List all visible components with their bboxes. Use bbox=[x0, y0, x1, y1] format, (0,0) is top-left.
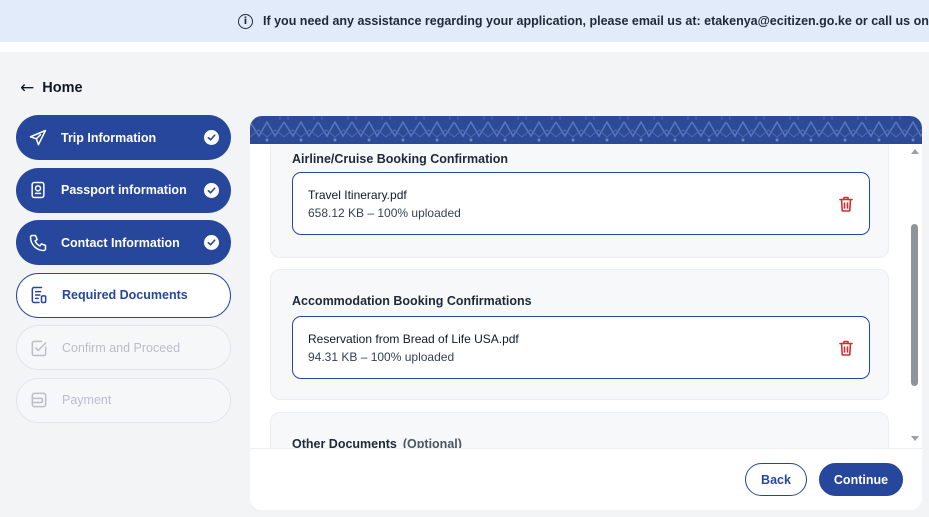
scroll-up-arrow[interactable] bbox=[911, 149, 919, 154]
uploaded-file-card: Travel Itinerary.pdf 658.12 KB – 100% up… bbox=[292, 172, 870, 235]
step-label: Trip Information bbox=[61, 130, 157, 145]
check-circle-icon bbox=[204, 182, 219, 198]
document-icon bbox=[28, 284, 50, 306]
step-required-documents[interactable]: Required Documents bbox=[16, 272, 231, 318]
section-title: Airline/Cruise Booking Confirmation bbox=[292, 152, 508, 166]
back-button[interactable]: Back bbox=[745, 463, 807, 496]
other-documents-section: Other Documents (Optional) bbox=[270, 412, 889, 448]
section-title: Other Documents (Optional) bbox=[292, 437, 462, 448]
info-icon: i bbox=[238, 13, 253, 29]
trash-icon[interactable] bbox=[838, 195, 854, 213]
step-label: Passport information bbox=[61, 183, 187, 197]
airline-booking-section: Airline/Cruise Booking Confirmation Trav… bbox=[270, 144, 889, 258]
passport-icon bbox=[27, 179, 49, 201]
scrollbar-thumb[interactable] bbox=[911, 224, 918, 386]
checkbox-icon bbox=[28, 337, 50, 359]
step-label: Confirm and Proceed bbox=[62, 340, 181, 355]
file-meta: 94.31 KB – 100% uploaded bbox=[308, 350, 455, 364]
uploaded-file-card: Reservation from Bread of Life USA.pdf 9… bbox=[292, 316, 870, 379]
step-confirm-and-proceed[interactable]: Confirm and Proceed bbox=[16, 325, 231, 370]
optional-label: (Optional) bbox=[402, 437, 462, 448]
home-label: Home bbox=[42, 80, 83, 96]
assistance-text: If you need any assistance regarding you… bbox=[263, 14, 929, 28]
file-name: Travel Itinerary.pdf bbox=[308, 188, 407, 202]
phone-icon bbox=[27, 232, 49, 254]
wallet-icon bbox=[28, 389, 50, 411]
assistance-banner: i If you need any assistance regarding y… bbox=[0, 0, 929, 42]
form-footer: Back Continue bbox=[250, 448, 922, 510]
accommodation-booking-section: Accommodation Booking Confirmations Rese… bbox=[270, 269, 889, 400]
step-label: Contact Information bbox=[61, 235, 180, 250]
continue-button[interactable]: Continue bbox=[819, 463, 903, 496]
trash-icon[interactable] bbox=[838, 339, 854, 357]
plane-icon bbox=[27, 127, 49, 149]
step-payment[interactable]: Payment bbox=[16, 377, 231, 423]
step-contact-information[interactable]: Contact Information bbox=[16, 220, 231, 265]
scroll-down-arrow[interactable] bbox=[911, 436, 919, 441]
section-title: Accommodation Booking Confirmations bbox=[292, 294, 532, 308]
decorative-pattern bbox=[250, 116, 922, 144]
check-circle-icon bbox=[204, 235, 219, 250]
check-circle-icon bbox=[204, 130, 219, 145]
step-passport-information[interactable]: Passport information bbox=[16, 167, 231, 213]
file-name: Reservation from Bread of Life USA.pdf bbox=[308, 332, 519, 346]
arrow-left-icon: ← bbox=[20, 78, 35, 98]
step-label: Payment bbox=[62, 393, 112, 407]
documents-scroll-area[interactable]: Airline/Cruise Booking Confirmation Trav… bbox=[250, 144, 922, 448]
section-title-text: Other Documents bbox=[292, 437, 397, 448]
scrollbar[interactable] bbox=[909, 144, 921, 448]
documents-panel: Airline/Cruise Booking Confirmation Trav… bbox=[250, 116, 922, 510]
step-trip-information[interactable]: Trip Information bbox=[16, 115, 231, 160]
file-meta: 658.12 KB – 100% uploaded bbox=[308, 206, 461, 220]
step-label: Required Documents bbox=[62, 288, 188, 302]
home-link[interactable]: ← Home bbox=[20, 78, 83, 98]
step-navigation: Trip Information Passport information Co… bbox=[16, 115, 231, 430]
